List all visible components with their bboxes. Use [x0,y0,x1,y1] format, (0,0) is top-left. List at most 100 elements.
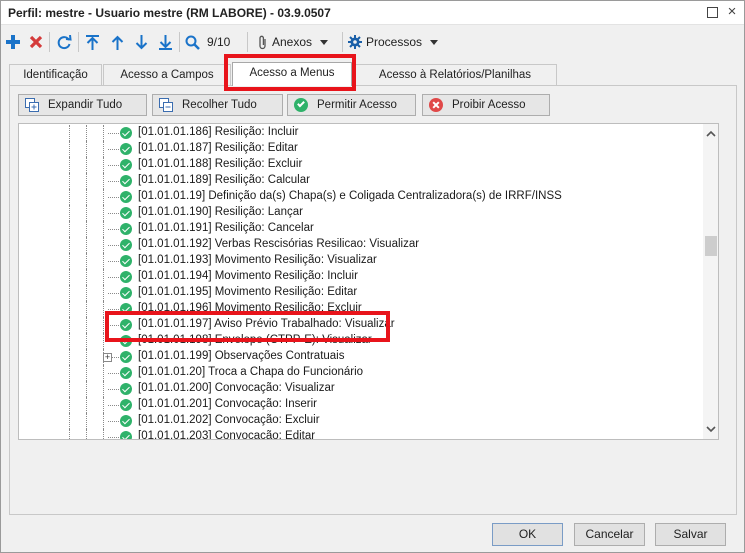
tree-item-label: [01.01.01.200] Convocação: Visualizar [138,382,335,394]
tree-guide-line [103,413,104,429]
arrow-down-icon [135,34,148,49]
tree-item[interactable]: [01.01.01.186] Resilição: Incluir [19,125,699,141]
check-circle-icon[interactable] [120,415,132,427]
tree-item[interactable]: [01.01.01.192] Verbas Rescisórias Resili… [19,237,699,253]
tree-guide-line [86,269,87,285]
vertical-scrollbar[interactable] [703,124,718,439]
tab-identificacao[interactable]: Identificação [9,64,102,85]
save-button[interactable]: Salvar [655,523,726,546]
tree-item[interactable]: [01.01.01.195] Movimento Resilição: Edit… [19,285,699,301]
tree-item[interactable]: [01.01.01.194] Movimento Resilição: Incl… [19,269,699,285]
tree-guide-line [86,301,87,317]
deny-access-button[interactable]: Proibir Acesso [422,94,550,116]
scroll-down-icon[interactable] [706,424,716,434]
check-circle-icon[interactable] [120,255,132,267]
tree-connector [108,373,119,374]
tree-item[interactable]: [01.01.01.190] Resilição: Lançar [19,205,699,221]
tree-guide-line [69,189,70,205]
refresh-button[interactable] [57,32,72,52]
tree-item[interactable]: [01.01.01.193] Movimento Resilição: Visu… [19,253,699,269]
tree-item[interactable]: [01.01.01.203] Convocação: Editar [19,429,699,439]
check-circle-icon[interactable] [120,159,132,171]
tree-item[interactable]: [01.01.01.200] Convocação: Visualizar [19,381,699,397]
tree-guide-line [103,157,104,173]
next-record-button[interactable] [135,32,148,52]
tree-guide-line [69,221,70,237]
collapse-all-button[interactable]: Recolher Tudo [152,94,283,116]
row-highlight-box [105,311,390,342]
delete-x-icon [29,35,43,49]
tree-item[interactable]: [01.01.01.202] Convocação: Excluir [19,413,699,429]
expand-all-button[interactable]: Expandir Tudo [18,94,147,116]
toolbar: 9/10 Anexos Processos [1,28,744,56]
check-circle-icon[interactable] [120,191,132,203]
tree-item[interactable]: [01.01.01.189] Resilição: Calcular [19,173,699,189]
tree-item[interactable]: [01.01.01.187] Resilição: Editar [19,141,699,157]
tree-item[interactable]: + [01.01.01.199] Observações Contratuais [19,349,699,365]
processes-menu[interactable]: Processos [348,32,439,52]
scrollbar-thumb[interactable] [705,236,717,256]
check-circle-icon[interactable] [120,207,132,219]
first-record-button[interactable] [86,32,99,52]
tree-guide-line [103,205,104,221]
tree-guide-line [86,141,87,157]
tree-connector [108,437,119,438]
allow-access-button[interactable]: Permitir Acesso [287,94,416,116]
tree-item[interactable]: [01.01.01.191] Resilição: Cancelar [19,221,699,237]
tree-guide-line [69,413,70,429]
tree-guide-line [86,381,87,397]
arrow-first-icon [86,34,99,50]
scroll-up-icon[interactable] [706,129,716,139]
processes-label: Processos [366,35,423,49]
tree-item[interactable]: [01.01.01.20] Troca a Chapa do Funcionár… [19,365,699,381]
check-circle-icon [294,98,308,112]
tree-guide-line [86,429,87,439]
tree-guide-line [103,333,104,349]
last-record-button[interactable] [159,32,172,52]
arrow-up-icon [111,35,124,50]
tab-acesso-campos[interactable]: Acesso a Campos [103,64,231,85]
tree-guide-line [86,173,87,189]
check-circle-icon[interactable] [120,399,132,411]
ok-button[interactable]: OK [492,523,563,546]
tree-guide-line [86,125,87,141]
tree-item-label: [01.01.01.190] Resilição: Lançar [138,206,303,218]
tree-item[interactable]: [01.01.01.188] Resilição: Excluir [19,157,699,173]
tree-item[interactable]: [01.01.01.201] Convocação: Inserir [19,397,699,413]
tree-item-label: [01.01.01.19] Definição da(s) Chapa(s) e… [138,190,562,202]
attachments-menu[interactable]: Anexos [258,32,329,52]
search-button[interactable]: 9/10 [185,32,230,52]
tree-item-label: [01.01.01.189] Resilição: Calcular [138,174,310,186]
tree-item-label: [01.01.01.201] Convocação: Inserir [138,398,318,410]
check-circle-icon[interactable] [120,351,132,363]
tree-guide-line [86,397,87,413]
check-circle-icon[interactable] [120,175,132,187]
maximize-button[interactable] [705,5,719,19]
check-circle-icon[interactable] [120,143,132,155]
search-icon [185,35,200,50]
check-circle-icon[interactable] [120,367,132,379]
previous-record-button[interactable] [111,32,124,52]
paperclip-icon [259,35,266,49]
delete-button[interactable] [29,32,43,52]
close-button[interactable]: × [725,4,739,19]
tab-acesso-relatorios[interactable]: Acesso à Relatórios/Planilhas [353,64,557,85]
add-button[interactable] [6,32,20,52]
tree-item[interactable]: [01.01.01.19] Definição da(s) Chapa(s) e… [19,189,699,205]
tree-guide-line [103,237,104,253]
cancel-button[interactable]: Cancelar [574,523,645,546]
tree-connector [108,229,119,230]
check-circle-icon[interactable] [120,383,132,395]
allow-access-label: Permitir Acesso [317,99,397,111]
deny-access-label: Proibir Acesso [452,99,526,111]
check-circle-icon[interactable] [120,127,132,139]
tree-connector [108,213,119,214]
toolbar-separator [49,32,50,52]
tree-item-label: [01.01.01.186] Resilição: Incluir [138,126,299,138]
check-circle-icon[interactable] [120,223,132,235]
check-circle-icon[interactable] [120,431,132,439]
check-circle-icon[interactable] [120,271,132,283]
expand-node-icon[interactable]: + [103,353,112,362]
check-circle-icon[interactable] [120,287,132,299]
check-circle-icon[interactable] [120,239,132,251]
